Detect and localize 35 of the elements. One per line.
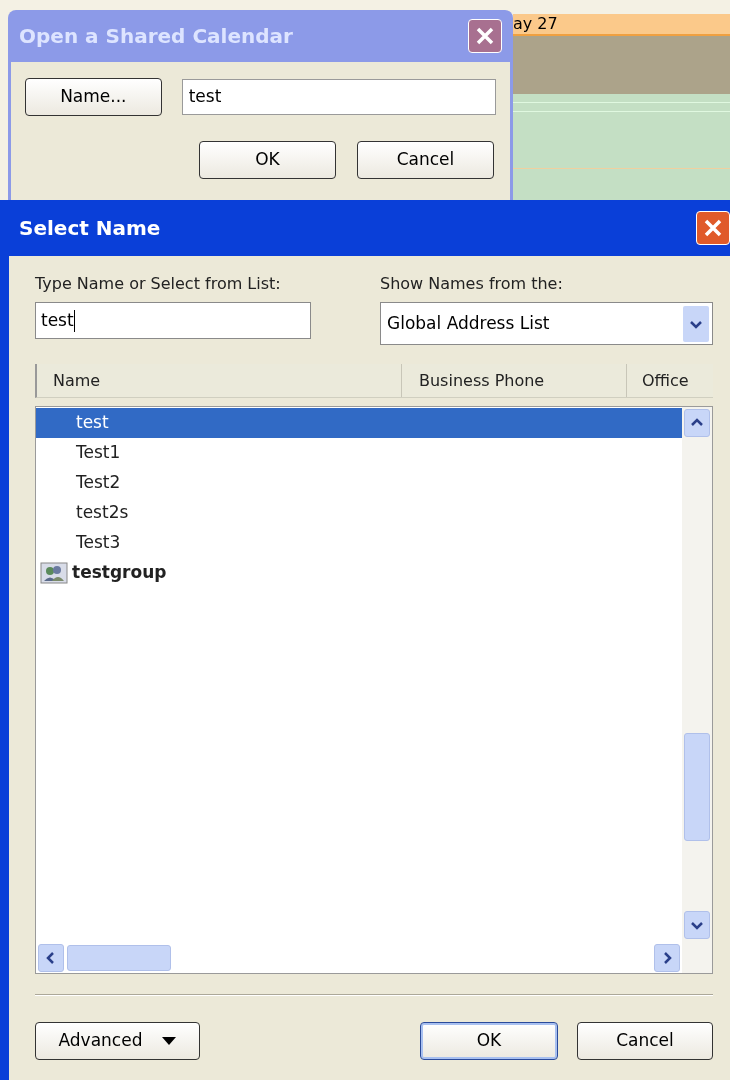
horizontal-scroll-thumb[interactable] — [67, 945, 171, 971]
name-list-row[interactable]: test2s — [36, 498, 682, 528]
column-header[interactable]: Office — [627, 364, 713, 397]
type-name-label: Type Name or Select from List: — [35, 273, 282, 295]
cancel-button[interactable]: Cancel — [577, 1022, 713, 1060]
close-icon — [475, 26, 495, 46]
address-list-dropdown[interactable]: Global Address List — [380, 302, 713, 345]
name-list-row[interactable]: Test3 — [36, 528, 682, 558]
scroll-right-button[interactable] — [654, 944, 680, 972]
show-names-label: Show Names from the: — [380, 273, 564, 295]
dialog-title: Open a Shared Calendar — [19, 23, 293, 50]
name-button[interactable]: Name... — [25, 78, 162, 116]
name-field[interactable]: test — [181, 79, 496, 115]
dialog-title: Select Name — [19, 215, 161, 242]
close-button[interactable] — [696, 211, 730, 245]
ok-button[interactable]: OK — [420, 1022, 558, 1060]
group-icon — [40, 562, 68, 584]
name-list-row[interactable]: test — [36, 408, 682, 438]
ok-button[interactable]: OK — [199, 141, 336, 179]
scroll-up-button[interactable] — [684, 409, 710, 437]
name-list-row[interactable]: Test1 — [36, 438, 682, 468]
advanced-button[interactable]: Advanced — [35, 1022, 200, 1060]
vertical-scroll-thumb[interactable] — [684, 733, 710, 841]
column-header[interactable]: Business Phone — [402, 364, 627, 397]
caret-down-icon — [162, 1036, 177, 1046]
scroll-left-button[interactable] — [38, 944, 64, 972]
name-list-row[interactable]: testgroup — [36, 558, 682, 588]
name-list-row[interactable]: Test2 — [36, 468, 682, 498]
column-header[interactable]: Name — [37, 364, 402, 397]
scroll-down-button[interactable] — [684, 911, 710, 939]
cancel-button[interactable]: Cancel — [357, 141, 494, 179]
close-button[interactable] — [468, 19, 502, 53]
day-header: ay 27 — [513, 14, 730, 36]
close-icon — [703, 218, 723, 238]
type-name-field[interactable]: test — [35, 302, 311, 339]
